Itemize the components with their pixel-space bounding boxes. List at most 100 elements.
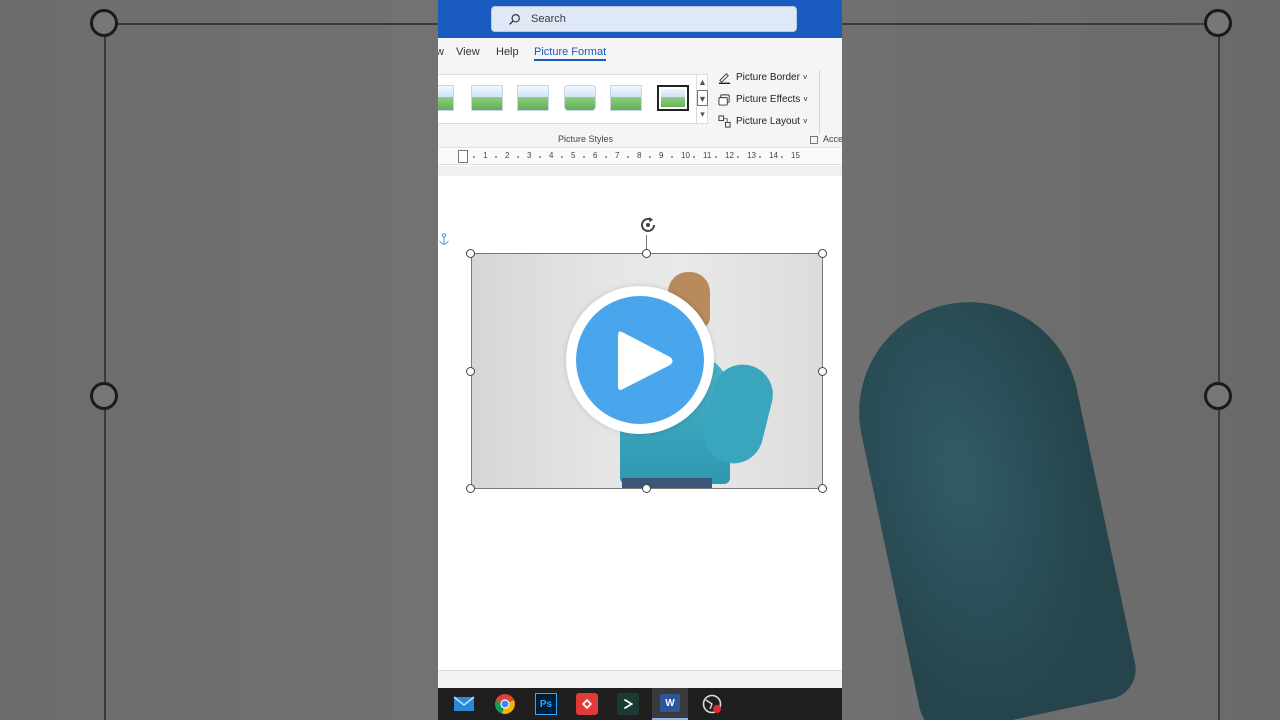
ruler: 1 2 3 4 5 6 7 8 9 10 11 12 13 14 15 — [438, 149, 842, 165]
play-icon — [618, 331, 673, 390]
ruler-dot — [583, 156, 585, 158]
gallery-down-icon[interactable]: ▼ — [697, 90, 708, 106]
indent-marker[interactable] — [458, 150, 468, 163]
gallery-up-icon[interactable]: ▲ — [697, 74, 708, 90]
resize-handle[interactable] — [466, 249, 475, 258]
resize-handle[interactable] — [818, 484, 827, 493]
screen-recorder-icon[interactable] — [701, 693, 723, 715]
ruler-tick-label: 3 — [527, 151, 532, 160]
canvas-gap — [438, 166, 842, 176]
capcut-icon[interactable] — [617, 693, 639, 715]
mail-icon[interactable] — [453, 693, 475, 715]
search-icon — [509, 13, 520, 25]
gallery-more-icon[interactable]: ▾ — [697, 106, 708, 122]
rotate-handle-icon[interactable] — [638, 215, 658, 235]
tab-view[interactable]: View — [456, 46, 480, 58]
ruler-dot — [473, 156, 475, 158]
chevron-down-icon: ˅ — [802, 73, 808, 82]
search-box[interactable]: Search — [491, 6, 797, 32]
style-thumb[interactable] — [610, 85, 642, 111]
tab-picture-format[interactable]: Picture Format — [534, 46, 607, 61]
resize-handle[interactable] — [466, 367, 475, 376]
photoshop-icon[interactable]: Ps — [535, 693, 557, 715]
picture-layout-label: Picture Layout — [736, 116, 800, 127]
style-thumb[interactable] — [471, 85, 503, 111]
word-icon[interactable]: W — [652, 688, 688, 720]
ruler-tick-label: 2 — [505, 151, 510, 160]
bg-handle — [1204, 9, 1232, 37]
picture-layout-button[interactable]: Picture Layout ˅ — [718, 115, 808, 128]
ruler-dot — [561, 156, 563, 158]
ruler-tick-label: 7 — [615, 151, 620, 160]
dialog-launcher-icon[interactable] — [810, 136, 818, 144]
bg-selection-line — [1218, 23, 1220, 720]
ruler-dot — [671, 156, 673, 158]
ruler-tick-label: 1 — [483, 151, 488, 160]
word-tile: W — [660, 694, 680, 712]
style-thumb[interactable] — [564, 85, 596, 111]
ruler-tick-label: 10 — [681, 151, 690, 160]
picture-styles-group-label: Picture Styles — [558, 134, 614, 144]
layout-icon — [718, 115, 731, 128]
ribbon: ▲ ▼ ▾ Picture Border ˅ Picture Effects ˅… — [438, 66, 842, 148]
ruler-dot — [605, 156, 607, 158]
picture-effects-label: Picture Effects — [736, 94, 801, 105]
ruler-dot — [627, 156, 629, 158]
taskbar: Ps W — [438, 688, 842, 720]
ruler-dot — [781, 156, 783, 158]
accessibility-group-label: Acce — [823, 134, 842, 144]
effects-icon — [718, 94, 730, 106]
ruler-dot — [693, 156, 695, 158]
style-thumb-selected[interactable] — [657, 85, 689, 111]
title-bar: Search — [438, 0, 842, 38]
style-thumb[interactable] — [438, 85, 454, 111]
resize-handle[interactable] — [466, 484, 475, 493]
ruler-dot — [495, 156, 497, 158]
ribbon-tabs: w View Help Picture Format — [438, 38, 842, 66]
chevron-down-icon: ˅ — [802, 117, 808, 126]
bg-handle — [90, 382, 118, 410]
style-thumb[interactable] — [517, 85, 549, 111]
ruler-tick-label: 4 — [549, 151, 554, 160]
anydesk-icon[interactable] — [576, 693, 598, 715]
picture-person-jeans — [622, 478, 712, 488]
status-bar — [438, 670, 842, 688]
picture-effects-button[interactable]: Picture Effects ˅ — [718, 93, 808, 106]
ruler-dot — [517, 156, 519, 158]
picture-border-button[interactable]: Picture Border ˅ — [718, 71, 808, 84]
search-placeholder: Search — [531, 13, 566, 25]
group-divider — [819, 70, 820, 134]
word-label: W — [665, 697, 675, 709]
ruler-dot — [737, 156, 739, 158]
bg-selection-line — [104, 23, 106, 720]
ruler-tick-label: 12 — [725, 151, 734, 160]
play-button[interactable] — [566, 286, 714, 434]
resize-handle[interactable] — [818, 249, 827, 258]
bg-handle — [90, 9, 118, 37]
picture-border-label: Picture Border — [736, 72, 800, 83]
ruler-dot — [715, 156, 717, 158]
resize-handle[interactable] — [818, 367, 827, 376]
gallery-scroll[interactable]: ▲ ▼ ▾ — [696, 74, 708, 124]
chevron-down-icon: ˅ — [803, 95, 808, 104]
anchor-icon — [439, 233, 449, 245]
tab-help[interactable]: Help — [496, 46, 519, 58]
ruler-tick-label: 9 — [659, 151, 664, 160]
ruler-tick-label: 15 — [791, 151, 800, 160]
ruler-tick-label: 8 — [637, 151, 642, 160]
ruler-tick-label: 14 — [769, 151, 778, 160]
ruler-tick-label: 11 — [703, 151, 712, 160]
resize-handle[interactable] — [642, 249, 651, 258]
background-blur-left — [0, 0, 438, 720]
ruler-dot — [539, 156, 541, 158]
ruler-tick-label: 6 — [593, 151, 598, 160]
ruler-dot — [759, 156, 761, 158]
bg-selection-line — [104, 23, 438, 25]
tab-partial[interactable]: w — [438, 46, 444, 58]
resize-handle[interactable] — [642, 484, 651, 493]
chrome-icon[interactable] — [494, 693, 516, 715]
bg-selection-line — [842, 23, 1218, 25]
photoshop-label: Ps — [539, 698, 553, 710]
ruler-tick-label: 5 — [571, 151, 576, 160]
picture-styles-gallery — [438, 74, 708, 124]
